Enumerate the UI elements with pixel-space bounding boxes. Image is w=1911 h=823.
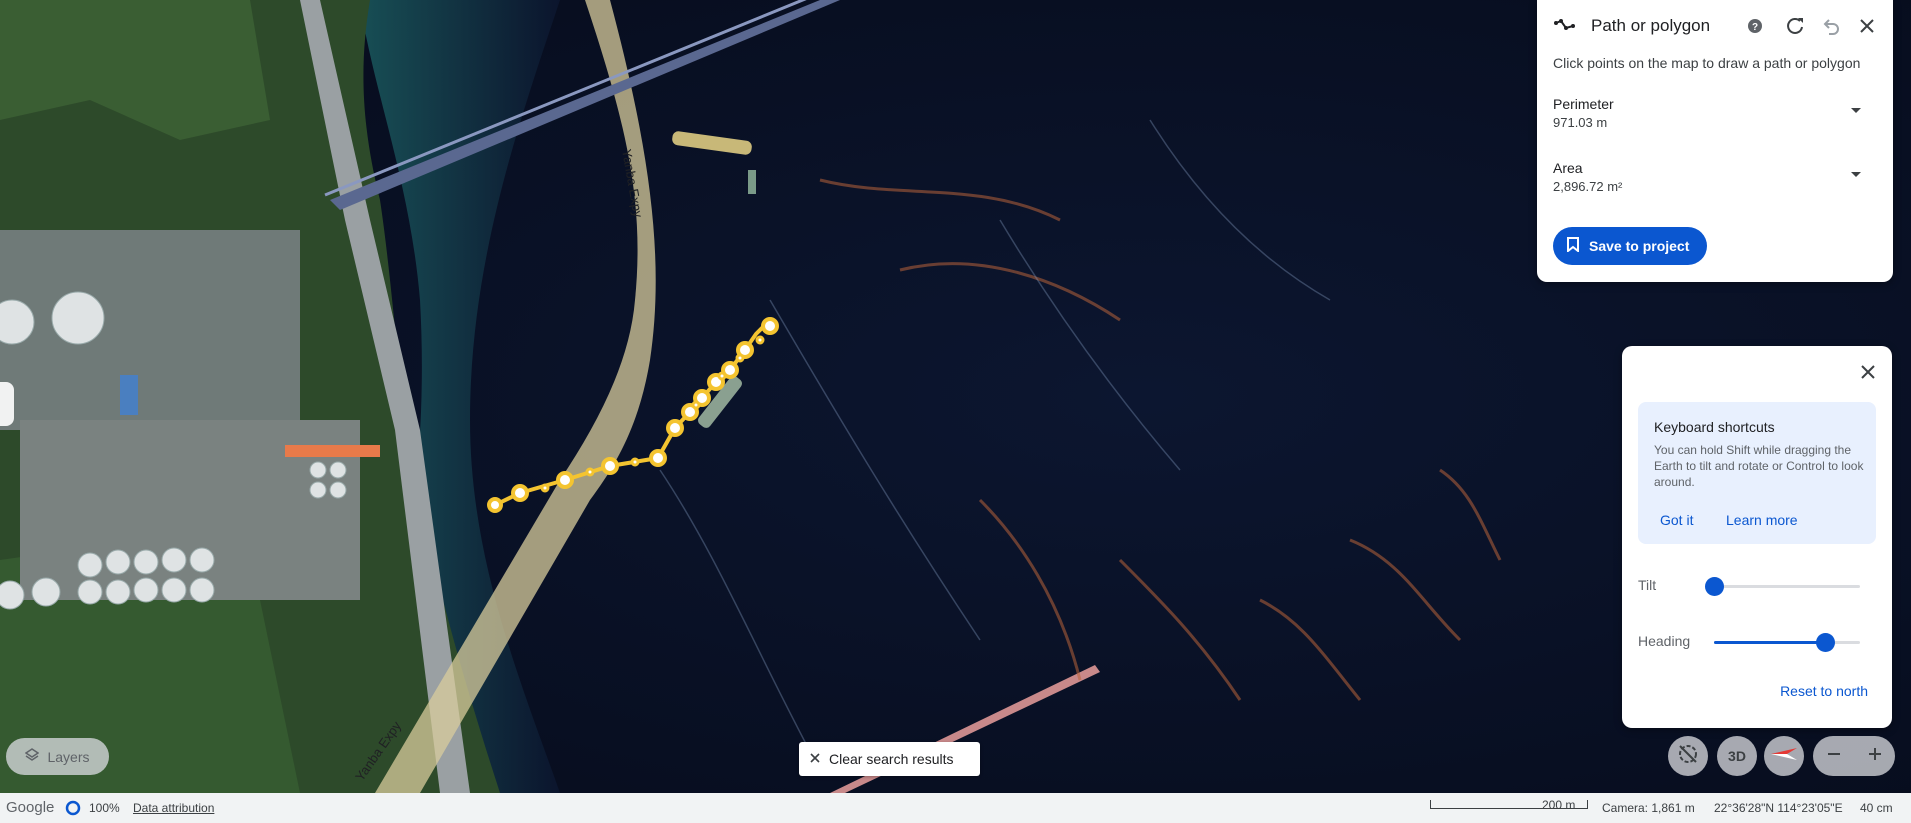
tilt-thumb[interactable] [1705,577,1724,596]
close-nav-panel-icon[interactable] [1856,360,1880,384]
perimeter-label: Perimeter [1553,96,1614,112]
refresh-icon[interactable] [1783,14,1807,38]
side-panel-toggle[interactable] [0,382,14,426]
help-icon[interactable]: ? [1743,14,1767,38]
scale-label: 200 m [1542,798,1576,812]
rotate-off-icon [1677,743,1699,770]
loading-indicator-icon [65,800,81,819]
area-dropdown-icon[interactable] [1851,172,1861,177]
area-value: 2,896.72 m² [1553,179,1623,194]
rotate-lock-button[interactable] [1668,736,1708,776]
heading-slider[interactable] [1714,633,1860,652]
navigation-panel: Keyboard shortcuts You can hold Shift wh… [1622,346,1892,728]
bookmark-icon [1567,237,1579,255]
path-panel-hint: Click points on the map to draw a path o… [1553,55,1861,71]
perimeter-section[interactable]: Perimeter 971.03 m [1553,96,1873,130]
perimeter-value: 971.03 m [1553,115,1608,130]
zoom-in-button[interactable] [1854,736,1895,776]
close-icon [809,751,821,767]
minus-icon [1826,746,1842,767]
undo-icon[interactable] [1819,14,1843,38]
status-bar: Google 100% Data attribution 200 m Camer… [0,793,1911,823]
clear-search-results-button[interactable]: Clear search results [799,742,980,776]
tilt-label: Tilt [1638,577,1657,593]
data-attribution-link[interactable]: Data attribution [133,801,214,815]
path-panel-header: Path or polygon ? [1553,14,1879,38]
compass-button[interactable] [1764,736,1804,776]
plus-icon [1867,746,1883,767]
keyboard-shortcuts-title: Keyboard shortcuts [1654,419,1775,435]
reset-to-north-link[interactable]: Reset to north [1780,683,1868,699]
keyboard-shortcuts-text: You can hold Shift while dragging the Ea… [1654,443,1864,489]
path-icon [1553,14,1577,38]
layers-label: Layers [47,748,90,765]
close-icon[interactable] [1855,14,1879,38]
heading-thumb[interactable] [1815,633,1835,652]
save-to-project-label: Save to project [1589,238,1690,254]
area-label: Area [1553,160,1583,176]
zoom-controls [1813,736,1895,776]
3d-toggle-button[interactable]: 3D [1717,736,1757,776]
clear-search-results-label: Clear search results [829,751,954,767]
camera-altitude: Camera: 1,861 m [1602,801,1695,815]
tilt-slider[interactable] [1705,577,1860,596]
area-section[interactable]: Area 2,896.72 m² [1553,160,1873,194]
heading-label: Heading [1638,633,1691,649]
perimeter-dropdown-icon[interactable] [1851,108,1861,113]
learn-more-link[interactable]: Learn more [1726,512,1798,528]
coordinates: 22°36'28"N 114°23'05"E [1714,801,1843,815]
path-polygon-panel: Path or polygon ? Click points on the ma… [1537,0,1893,282]
got-it-button[interactable]: Got it [1660,512,1693,528]
save-to-project-button[interactable]: Save to project [1553,227,1708,265]
compass-icon [1769,744,1799,769]
heading-fill [1714,641,1825,644]
svg-text:?: ? [1752,22,1758,33]
path-panel-title: Path or polygon [1591,16,1711,35]
google-logo: Google [6,799,55,816]
keyboard-shortcuts-card: Keyboard shortcuts You can hold Shift wh… [1638,402,1876,544]
layers-icon [25,748,40,765]
zoom-out-button[interactable] [1813,736,1854,776]
load-percent: 100% [89,801,120,815]
imagery-resolution: 40 cm [1860,801,1893,815]
layers-button[interactable]: Layers [6,738,109,775]
